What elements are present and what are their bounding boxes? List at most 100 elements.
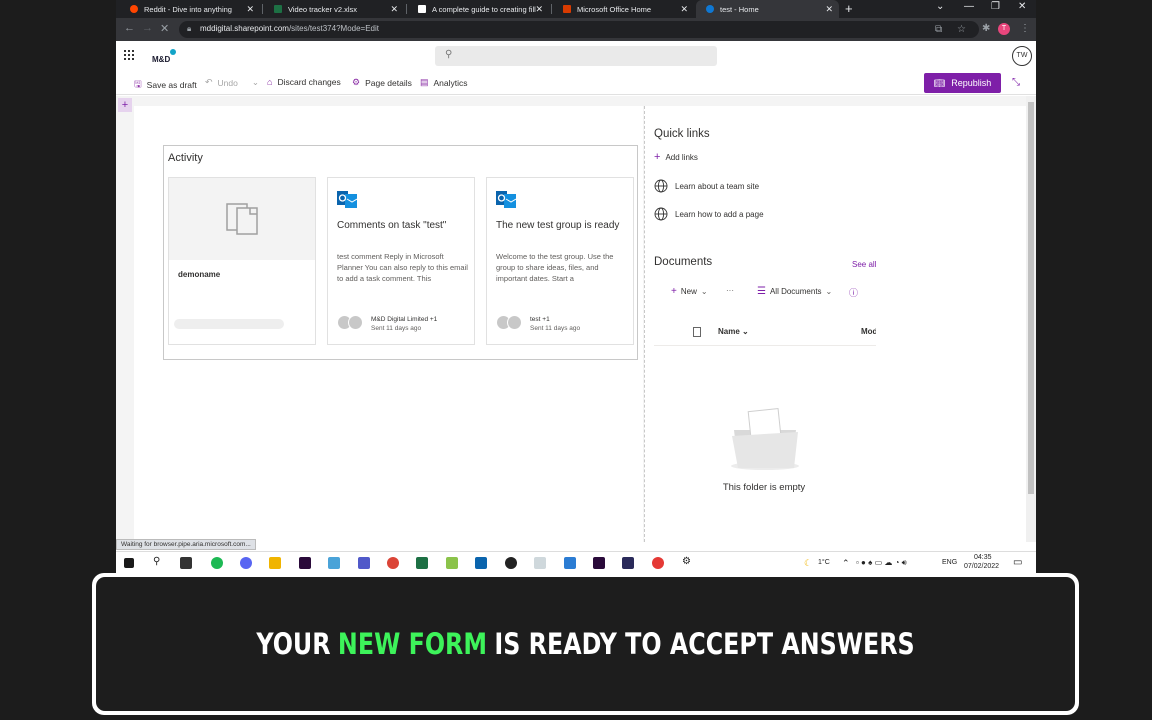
document-name: demoname [178, 270, 221, 279]
after-effects-icon[interactable] [593, 557, 605, 569]
site-logo[interactable]: M&D [152, 48, 178, 64]
file-type-icon[interactable] [693, 327, 701, 337]
app-launcher-icon[interactable] [124, 50, 134, 60]
settings-icon[interactable]: ⚙ [682, 556, 691, 567]
tab-reddit[interactable]: Reddit - Dive into anything ✕ [120, 0, 260, 18]
notifications-icon[interactable]: ▭ [1013, 557, 1022, 568]
caption-before: YOUR [256, 627, 331, 661]
quick-link-item[interactable]: Learn how to add a page [654, 207, 764, 221]
blurred-author [174, 319, 284, 329]
outlook-icon [496, 191, 516, 208]
app-icon[interactable] [328, 557, 340, 569]
app-icon[interactable] [564, 557, 576, 569]
republish-button[interactable]: 📖︎ Republish [924, 73, 1001, 93]
close-icon[interactable]: ✕ [825, 4, 833, 15]
page-details-button[interactable]: ⚙ Page details [352, 77, 412, 88]
language-indicator[interactable]: ENG [942, 559, 957, 566]
add-links-label: Add links [665, 152, 698, 162]
restore-button[interactable]: ❐ [991, 1, 1000, 12]
add-links-button[interactable]: + Add links [654, 151, 698, 163]
view-label: All Documents [769, 287, 822, 296]
app-icon[interactable] [534, 557, 546, 569]
teams-icon[interactable] [358, 557, 370, 569]
minimize-button[interactable]: — [964, 1, 974, 12]
discard-icon: ⌂ [267, 77, 273, 87]
chrome-icon[interactable] [652, 557, 664, 569]
tab-office-home[interactable]: Microsoft Office Home ✕ [553, 0, 694, 18]
discord-icon[interactable] [240, 557, 252, 569]
user-avatar[interactable]: TW [1012, 46, 1032, 66]
loading-icon[interactable]: ✕ [160, 22, 169, 35]
chevron-up-icon[interactable]: ⌃ [842, 558, 850, 569]
forward-button[interactable]: → [142, 22, 153, 34]
premiere-icon[interactable] [299, 557, 311, 569]
activity-title: Activity [168, 152, 203, 164]
windows-start-icon[interactable] [124, 558, 134, 568]
extensions-icon[interactable]: ✱ [982, 23, 990, 34]
close-window-button[interactable]: ✕ [1018, 1, 1026, 12]
chevron-down-icon: ⌄ [825, 287, 833, 296]
discard-changes-button[interactable]: ⌂ Discard changes [267, 77, 341, 87]
back-button[interactable]: ← [124, 22, 135, 34]
task-view-icon[interactable] [180, 557, 192, 569]
activity-card-email[interactable]: The new test group is ready Welcome to t… [486, 177, 634, 345]
close-icon[interactable]: ✕ [535, 4, 543, 15]
search-input[interactable]: ⚲ [435, 46, 717, 66]
analytics-button[interactable]: ▤ Analytics [420, 77, 468, 88]
undo-icon: ↶ [205, 77, 213, 87]
scrollbar[interactable] [1026, 96, 1036, 542]
weather-temp[interactable]: 1°C [818, 559, 830, 566]
outlook-icon[interactable] [475, 557, 487, 569]
more-actions-icon[interactable]: ··· [726, 286, 734, 295]
add-section-button[interactable]: + [118, 98, 132, 112]
quick-link-label: Learn about a team site [675, 181, 760, 191]
menu-kebab-icon[interactable]: ⋮ [1020, 23, 1030, 34]
chevron-down-icon[interactable]: ⌄ [252, 77, 259, 88]
tray-icons[interactable]: ▫ ● ♠ ▭ ☁ ◔ 🔊︎ [856, 558, 907, 568]
globe-icon [654, 179, 668, 193]
undo-button[interactable]: ↶ Undo ⌄ [205, 77, 259, 88]
tab-test-home[interactable]: test - Home ✕ [696, 0, 839, 18]
gear-icon: ⚙ [352, 77, 361, 87]
column-modified[interactable]: Modified [861, 327, 876, 336]
spotify-icon[interactable] [211, 557, 223, 569]
quick-link-item[interactable]: Learn about a team site [654, 179, 759, 193]
close-icon[interactable]: ✕ [680, 4, 688, 15]
new-document-button[interactable]: + New ⌄ [671, 286, 708, 297]
page-details-label: Page details [365, 77, 412, 88]
close-icon[interactable]: ✕ [390, 4, 398, 15]
app-icon[interactable] [446, 557, 458, 569]
caption-text: YOUR NEW FORM IS READY TO ACCEPT ANSWERS [184, 577, 987, 711]
activity-card-document[interactable]: demoname [168, 177, 316, 345]
app-icon[interactable] [622, 557, 634, 569]
weather-icon: ☾ [804, 558, 813, 568]
tab-complete-guide[interactable]: A complete guide to creating fill... ✕ [408, 0, 549, 18]
tab-search-icon[interactable]: ⌄ [936, 1, 944, 12]
info-icon[interactable]: ⓘ [849, 286, 862, 299]
excel-icon[interactable] [416, 557, 428, 569]
search-icon[interactable]: ⚲ [153, 556, 160, 567]
discard-changes-label: Discard changes [277, 77, 341, 87]
address-bar[interactable]: 🔒︎ mddigital.sharepoint.com/sites/test37… [179, 21, 979, 38]
activity-card-email[interactable]: Comments on task "test" test comment Rep… [327, 177, 475, 345]
chrome-icon[interactable] [387, 557, 399, 569]
tab-video-tracker[interactable]: Video tracker v2.xlsx ✕ [264, 0, 404, 18]
clock-date[interactable]: 07/02/2022 [964, 563, 999, 570]
browser-window: Reddit - Dive into anything ✕ Video trac… [116, 0, 1036, 574]
see-all-link[interactable]: See all [852, 260, 876, 269]
clock-time[interactable]: 04:35 [974, 554, 992, 561]
file-explorer-icon[interactable] [269, 557, 281, 569]
bookmark-star-icon[interactable]: ☆ [957, 24, 966, 35]
view-selector[interactable]: ☰ All Documents ⌄ [757, 286, 832, 297]
collapse-icon[interactable]: ⤡ [1012, 77, 1020, 88]
app-icon[interactable] [505, 557, 517, 569]
save-icon: 🖫︎ [134, 79, 142, 89]
column-name[interactable]: Name ⌄ [718, 327, 749, 336]
close-icon[interactable]: ✕ [246, 4, 254, 15]
new-tab-button[interactable]: + [845, 1, 853, 16]
save-as-draft-button[interactable]: 🖫︎ Save as draft [134, 77, 197, 93]
profile-avatar[interactable]: T [998, 23, 1010, 35]
quick-links-title: Quick links [654, 128, 710, 140]
share-icon[interactable]: ⧉ [935, 24, 942, 35]
activity-webpart[interactable]: Activity demoname Comments on task "test… [163, 145, 638, 360]
